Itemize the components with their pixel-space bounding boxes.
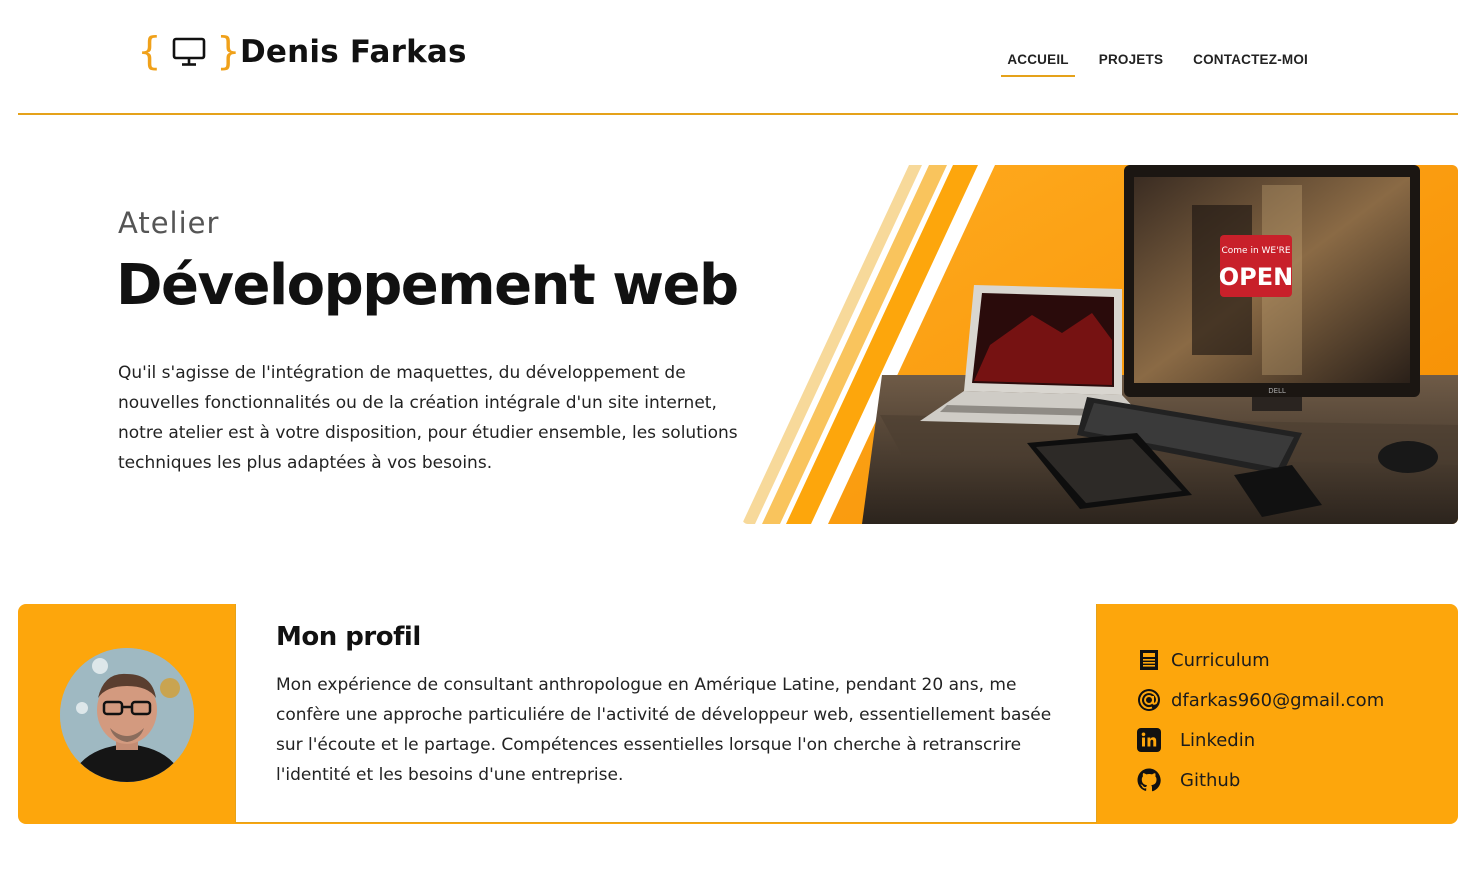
linkedin-icon xyxy=(1137,728,1161,752)
email-link[interactable]: dfarkas960@gmail.com xyxy=(1137,680,1384,720)
sign-line2: OPEN xyxy=(1219,263,1293,291)
nav-accueil[interactable]: ACCUEIL xyxy=(1001,52,1075,77)
sign-line1: Come in WE'RE xyxy=(1221,246,1290,256)
logo[interactable]: { } xyxy=(138,32,240,70)
curriculum-link[interactable]: Curriculum xyxy=(1137,640,1384,680)
profile-avatar xyxy=(60,648,194,782)
brand-name[interactable]: Denis Farkas xyxy=(240,34,467,70)
nav-projets[interactable]: PROJETS xyxy=(1084,52,1178,77)
linkedin-label: Linkedin xyxy=(1180,729,1256,751)
at-sign-icon xyxy=(1137,688,1161,712)
curriculum-label: Curriculum xyxy=(1171,649,1270,671)
hero-title: Développement web xyxy=(116,253,739,318)
linkedin-link[interactable]: Linkedin xyxy=(1137,720,1384,760)
nav-contactez-moi[interactable]: CONTACTEZ-MOI xyxy=(1178,52,1323,77)
logo-brace-open: { xyxy=(138,29,161,73)
cv-document-icon xyxy=(1137,648,1161,672)
monitor-brand: DELL xyxy=(1268,387,1286,395)
profile-links: Curriculum dfarkas960@gmail.com Linkedin… xyxy=(1137,640,1384,800)
profile-section: Mon profil Mon expérience de consultant … xyxy=(18,604,1458,824)
monitor-icon xyxy=(172,37,206,66)
hero-subtitle: Atelier xyxy=(118,206,220,240)
hero-image: Come in WE'RE OPEN DELL xyxy=(742,165,1458,524)
main-nav: ACCUEIL PROJETS CONTACTEZ-MOI xyxy=(1001,52,1323,77)
site-header: { } Denis Farkas ACCUEIL PROJETS CONTACT… xyxy=(18,0,1458,115)
profile-title: Mon profil xyxy=(276,622,421,652)
github-link[interactable]: Github xyxy=(1137,760,1384,800)
github-label: Github xyxy=(1180,769,1241,791)
hero-description: Qu'il s'agisse de l'intégration de maque… xyxy=(118,363,738,473)
avatar-photo xyxy=(60,648,194,782)
github-icon xyxy=(1137,768,1161,792)
email-label: dfarkas960@gmail.com xyxy=(1171,689,1385,711)
profile-content: Mon profil Mon expérience de consultant … xyxy=(235,604,1097,823)
logo-brace-close: } xyxy=(216,29,240,73)
profile-description: Mon expérience de consultant anthropolog… xyxy=(276,675,1052,785)
